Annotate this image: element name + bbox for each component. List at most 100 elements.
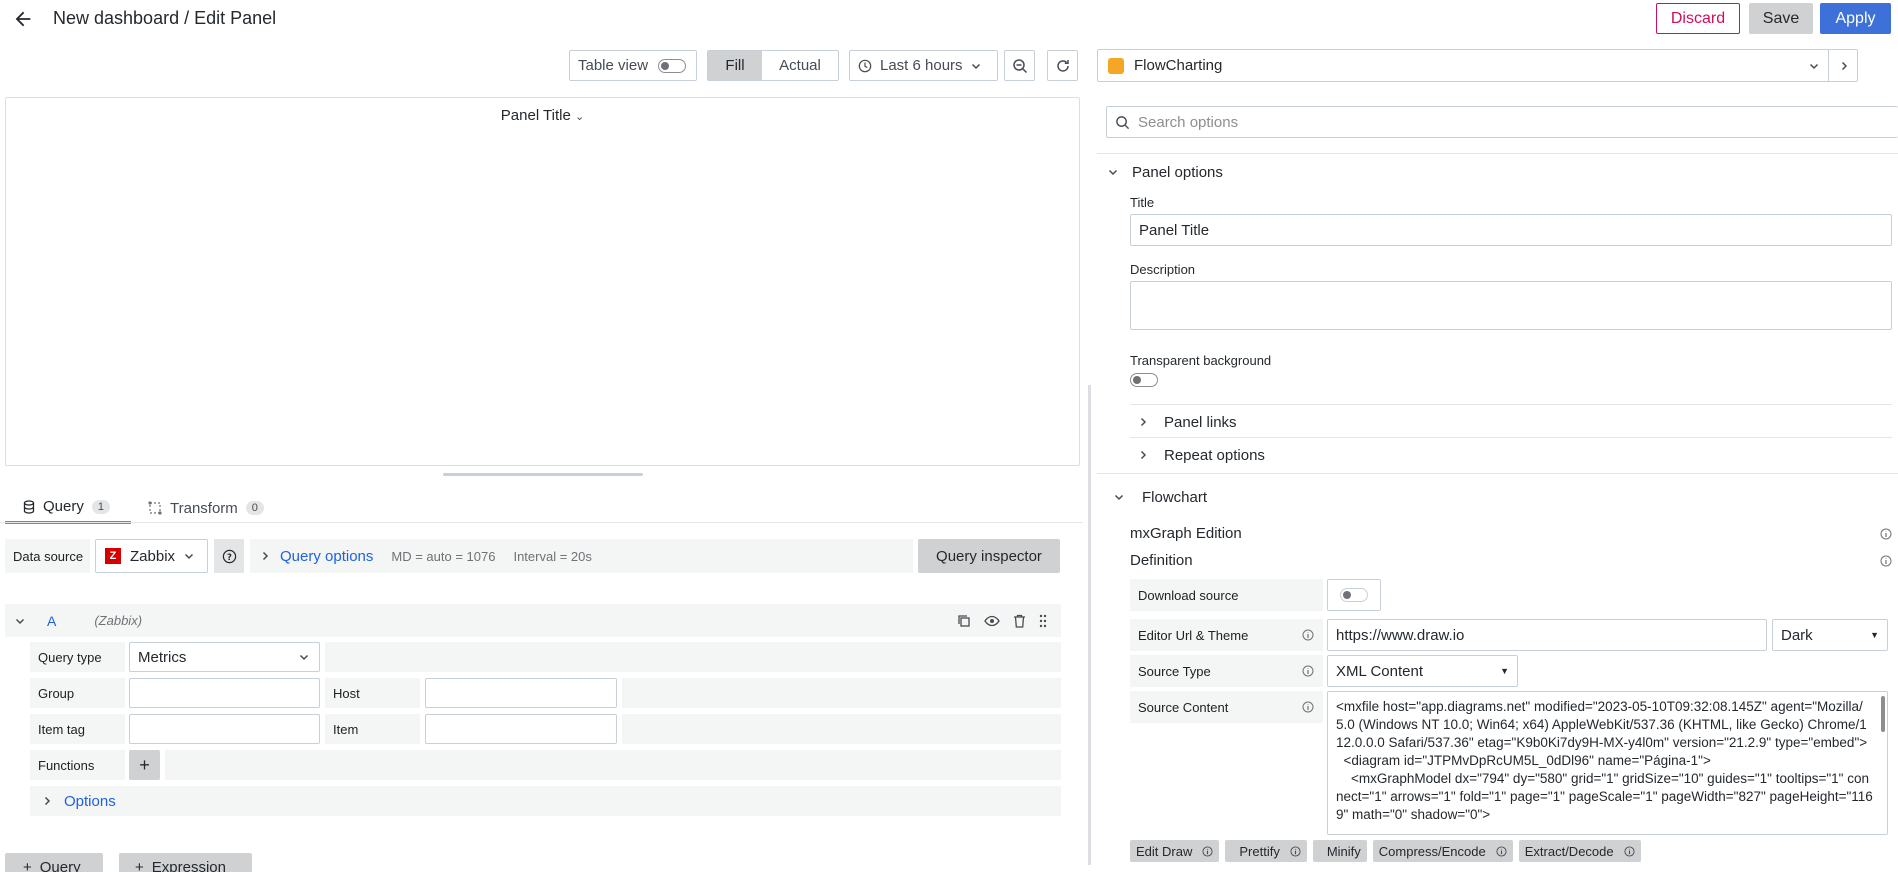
edit-draw-button[interactable]: Edit Draw xyxy=(1130,840,1220,862)
table-view-switch[interactable] xyxy=(658,58,687,73)
chevron-down-icon xyxy=(1809,61,1819,71)
panel-title-text: Panel Title xyxy=(500,107,571,124)
chevron-down-icon xyxy=(1114,492,1124,502)
query-options-bar[interactable]: Query options MD = auto = 1076 Interval … xyxy=(250,539,913,573)
fill-actual-group: Fill Actual xyxy=(707,50,839,81)
discard-button[interactable]: Discard xyxy=(1656,3,1740,34)
panel-options-label: Panel options xyxy=(1132,163,1223,181)
extract-decode-label: Extract/Decode xyxy=(1524,843,1614,859)
datasource-picker[interactable]: Z Zabbix xyxy=(95,539,208,573)
minify-label: Minify xyxy=(1326,843,1361,859)
tab-query[interactable]: Query 1 xyxy=(5,492,131,524)
source-type-select[interactable]: XML Content ▼ xyxy=(1327,655,1518,687)
info-icon[interactable] xyxy=(1880,555,1892,567)
minify-button[interactable]: Minify xyxy=(1312,840,1367,862)
refresh-icon[interactable] xyxy=(1047,50,1078,81)
fill-button[interactable]: Fill xyxy=(708,51,762,80)
transform-icon xyxy=(148,501,162,515)
search-placeholder: Search options xyxy=(1138,113,1239,131)
flowcharting-logo-icon xyxy=(1108,57,1124,74)
vertical-splitter[interactable] xyxy=(1088,385,1091,865)
trash-icon[interactable] xyxy=(1013,614,1026,628)
save-button[interactable]: Save xyxy=(1749,3,1813,34)
description-textarea[interactable] xyxy=(1130,281,1892,330)
textarea-scrollbar[interactable] xyxy=(1881,696,1885,732)
time-range-picker[interactable]: Last 6 hours xyxy=(849,50,998,81)
group-input[interactable] xyxy=(129,678,320,708)
item-input[interactable] xyxy=(425,714,617,744)
theme-value: Dark xyxy=(1781,626,1813,644)
info-icon[interactable] xyxy=(1302,701,1314,713)
info-icon[interactable] xyxy=(1302,629,1314,641)
options-divider xyxy=(1130,404,1892,405)
theme-select[interactable]: Dark ▼ xyxy=(1772,619,1888,651)
eye-icon[interactable] xyxy=(984,614,1000,628)
info-icon xyxy=(1202,845,1213,857)
panel-options-header[interactable]: Panel options xyxy=(1108,161,1223,183)
tab-transform-count: 0 xyxy=(245,501,264,515)
chevron-down-icon[interactable] xyxy=(15,616,25,626)
info-icon[interactable] xyxy=(1302,665,1314,677)
visualization-name: FlowCharting xyxy=(1134,57,1223,74)
group-host-filler xyxy=(622,678,1061,708)
download-source-toggle[interactable] xyxy=(1340,588,1368,602)
editor-url-input[interactable]: https://www.draw.io xyxy=(1327,619,1767,651)
editor-url-theme-text: Editor Url & Theme xyxy=(1138,627,1249,643)
description-field-label: Description xyxy=(1130,262,1196,277)
info-icon[interactable] xyxy=(1880,528,1892,540)
item-tag-input[interactable] xyxy=(129,714,320,744)
table-view-label: Table view xyxy=(578,57,649,74)
page-title: New dashboard / Edit Panel xyxy=(53,8,277,28)
interval: Interval = 20s xyxy=(513,548,592,564)
apply-button[interactable]: Apply xyxy=(1820,3,1891,34)
query-ref-id[interactable]: A xyxy=(47,613,56,629)
extract-decode-button[interactable]: Extract/Decode xyxy=(1518,840,1641,862)
panel-title-header[interactable]: Panel Title ⌄ xyxy=(6,107,1079,124)
add-expression-label: Expression xyxy=(151,859,226,872)
add-function-button[interactable]: + xyxy=(129,750,160,780)
datasource-label: Data source xyxy=(5,539,90,573)
visualization-picker[interactable]: FlowCharting xyxy=(1097,49,1858,82)
info-icon xyxy=(1496,845,1507,857)
repeat-options-section[interactable]: Repeat options xyxy=(1138,444,1265,466)
query-options-section[interactable]: Options xyxy=(30,786,1061,816)
prettify-button[interactable]: Prettify xyxy=(1225,840,1307,862)
functions-label: Functions xyxy=(30,750,125,780)
group-label: Group xyxy=(30,678,125,708)
drag-handle-icon[interactable] xyxy=(1039,614,1047,628)
host-input[interactable] xyxy=(425,678,617,708)
panel-links-section[interactable]: Panel links xyxy=(1138,411,1237,433)
add-expression-button[interactable]: + Expression xyxy=(119,853,252,872)
prettify-label: Prettify xyxy=(1239,843,1280,859)
clock-icon xyxy=(858,59,872,73)
picker-divider xyxy=(1828,50,1829,81)
transparent-background-toggle[interactable] xyxy=(1130,373,1158,387)
transparent-background-label: Transparent background xyxy=(1130,353,1272,368)
source-content-textarea[interactable]: <mxfile host="app.diagrams.net" modified… xyxy=(1327,691,1888,835)
back-arrow-icon[interactable] xyxy=(10,6,36,32)
splitter-handle[interactable] xyxy=(443,473,643,476)
time-range-label: Last 6 hours xyxy=(880,57,963,74)
zoom-out-icon[interactable] xyxy=(1004,50,1035,81)
source-content-value: <mxfile host="app.diagrams.net" modified… xyxy=(1336,699,1873,822)
title-input[interactable]: Panel Title xyxy=(1130,214,1892,246)
query-inspector-button[interactable]: Query inspector xyxy=(918,539,1060,573)
compress-encode-button[interactable]: Compress/Encode xyxy=(1372,840,1513,862)
query-type-select[interactable]: Metrics xyxy=(129,642,320,672)
query-type-value: Metrics xyxy=(138,648,187,666)
duplicate-icon[interactable] xyxy=(957,614,971,628)
table-view-toggle[interactable]: Table view xyxy=(569,50,697,81)
item-filler xyxy=(622,714,1061,744)
query-options-label: Query options xyxy=(280,547,374,565)
help-icon: ? xyxy=(222,549,237,564)
chevron-right-icon[interactable] xyxy=(1839,61,1849,71)
search-options-input[interactable]: Search options xyxy=(1106,106,1898,138)
datasource-help-button[interactable]: ? xyxy=(214,539,244,573)
title-field-label: Title xyxy=(1130,195,1155,210)
editor-url-theme-label: Editor Url & Theme xyxy=(1130,619,1323,651)
download-source-toggle-box[interactable] xyxy=(1327,579,1381,611)
tab-transform[interactable]: Transform 0 xyxy=(148,492,264,524)
flowchart-section-header[interactable]: Flowchart xyxy=(1114,486,1207,508)
actual-button[interactable]: Actual xyxy=(762,51,838,80)
add-query-button[interactable]: + Query xyxy=(5,853,103,872)
